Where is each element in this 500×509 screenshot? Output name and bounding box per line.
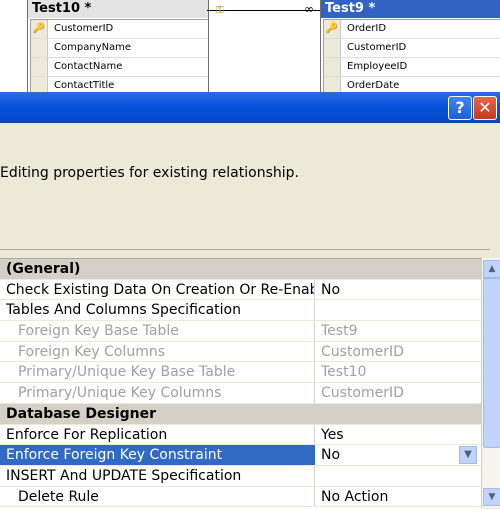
property-name: Tables And Columns Specification	[0, 300, 315, 321]
table-row[interactable]: ContactTitle	[31, 77, 208, 92]
row-selector	[324, 39, 341, 57]
table-test9-columns: 🔑 OrderID CustomerID EmployeeID OrderDate	[323, 19, 500, 92]
scroll-down-icon[interactable]: ▼	[483, 488, 500, 506]
column-name: ContactTitle	[54, 80, 115, 91]
table-row[interactable]: 🔑 CustomerID	[31, 20, 208, 39]
column-name: OrderDate	[347, 80, 400, 91]
table-row[interactable]: CompanyName	[31, 39, 208, 58]
scroll-up-icon[interactable]: ▲	[483, 260, 500, 278]
property-value[interactable]: No Action	[315, 487, 481, 507]
key-icon: 🔑	[31, 20, 48, 38]
relationship-key-icon: ⚿	[216, 5, 224, 16]
table-test10-title[interactable]: Test10 *	[28, 0, 208, 18]
column-name: ContactName	[54, 61, 123, 72]
column-name: CustomerID	[54, 23, 114, 34]
property-name: Foreign Key Columns	[0, 341, 315, 362]
property-name: Enforce For Replication	[0, 424, 315, 445]
table-row[interactable]: OrderDate	[324, 77, 500, 92]
close-button[interactable]: ✕	[473, 96, 497, 120]
property-row[interactable]: Delete Rule No Action	[0, 486, 481, 508]
property-row[interactable]: Tables And Columns Specification	[0, 300, 481, 322]
column-name: CompanyName	[54, 42, 132, 53]
scroll-thumb[interactable]	[483, 278, 500, 448]
property-value[interactable]	[315, 466, 481, 486]
property-value[interactable]	[315, 300, 481, 320]
table-test9[interactable]: Test9 * 🔑 OrderID CustomerID EmployeeID O…	[320, 0, 500, 92]
property-row[interactable]: Foreign Key Base Table Test9	[0, 321, 481, 342]
key-icon: 🔑	[324, 20, 341, 38]
table-row[interactable]: EmployeeID	[324, 58, 500, 77]
property-name: Check Existing Data On Creation Or Re-En…	[0, 279, 315, 300]
table-row[interactable]: CustomerID	[324, 39, 500, 58]
property-value: CustomerID	[321, 385, 404, 402]
table-test9-title[interactable]: Test9 *	[321, 0, 500, 18]
relationship-many-icon: ∞	[304, 2, 314, 16]
category-database-designer[interactable]: Database Designer	[0, 403, 481, 425]
row-selector	[31, 77, 48, 92]
row-selector	[324, 77, 341, 92]
property-row[interactable]: Enforce For Replication Yes	[0, 424, 481, 446]
property-name: Foreign Key Base Table	[0, 321, 315, 341]
property-value: CustomerID	[321, 343, 404, 360]
column-name: CustomerID	[347, 42, 407, 53]
column-name: OrderID	[347, 23, 387, 34]
row-selector	[31, 39, 48, 57]
column-name: EmployeeID	[347, 61, 408, 72]
row-selector	[324, 58, 341, 76]
divider	[0, 249, 490, 250]
property-name: INSERT And UPDATE Specification	[0, 465, 315, 486]
property-value[interactable]: No	[315, 280, 481, 300]
row-selector	[31, 58, 48, 76]
property-name: Primary/Unique Key Base Table	[0, 362, 315, 383]
chevron-down-icon[interactable]: ▼	[459, 446, 477, 465]
help-button[interactable]: ?	[448, 96, 472, 120]
property-name: Delete Rule	[0, 486, 315, 507]
property-row[interactable]: Primary/Unique Key Columns CustomerID	[0, 383, 481, 404]
property-row[interactable]: Foreign Key Columns CustomerID	[0, 341, 481, 363]
property-value: Test9	[321, 323, 358, 340]
property-value: Test10	[321, 364, 367, 381]
property-row[interactable]: Primary/Unique Key Base Table Test10	[0, 362, 481, 384]
dialog-titlebar[interactable]: ? ✕	[0, 92, 500, 123]
property-row[interactable]: INSERT And UPDATE Specification	[0, 465, 481, 487]
property-value-dropdown[interactable]: No ▼	[315, 445, 481, 465]
table-row[interactable]: ContactName	[31, 58, 208, 77]
dialog-description: Editing properties for existing relation…	[0, 165, 299, 181]
property-grid[interactable]: (General) Check Existing Data On Creatio…	[0, 258, 481, 509]
property-name: Primary/Unique Key Columns	[0, 383, 315, 403]
category-general[interactable]: (General)	[0, 259, 481, 280]
table-test10-columns: 🔑 CustomerID CompanyName ContactName Cont…	[30, 19, 208, 92]
property-name: Enforce Foreign Key Constraint	[0, 445, 315, 465]
database-diagram: Test10 * 🔑 CustomerID CompanyName Contact…	[0, 0, 500, 92]
vertical-scrollbar[interactable]: ▲ ▼	[481, 258, 500, 508]
table-test10[interactable]: Test10 * 🔑 CustomerID CompanyName Contact…	[27, 0, 209, 92]
dropdown-value: No	[321, 447, 341, 464]
table-row[interactable]: 🔑 OrderID	[324, 20, 500, 39]
property-row[interactable]: Check Existing Data On Creation Or Re-En…	[0, 279, 481, 301]
property-value[interactable]: Yes	[315, 425, 481, 445]
property-row-selected[interactable]: Enforce Foreign Key Constraint No ▼	[0, 445, 481, 466]
